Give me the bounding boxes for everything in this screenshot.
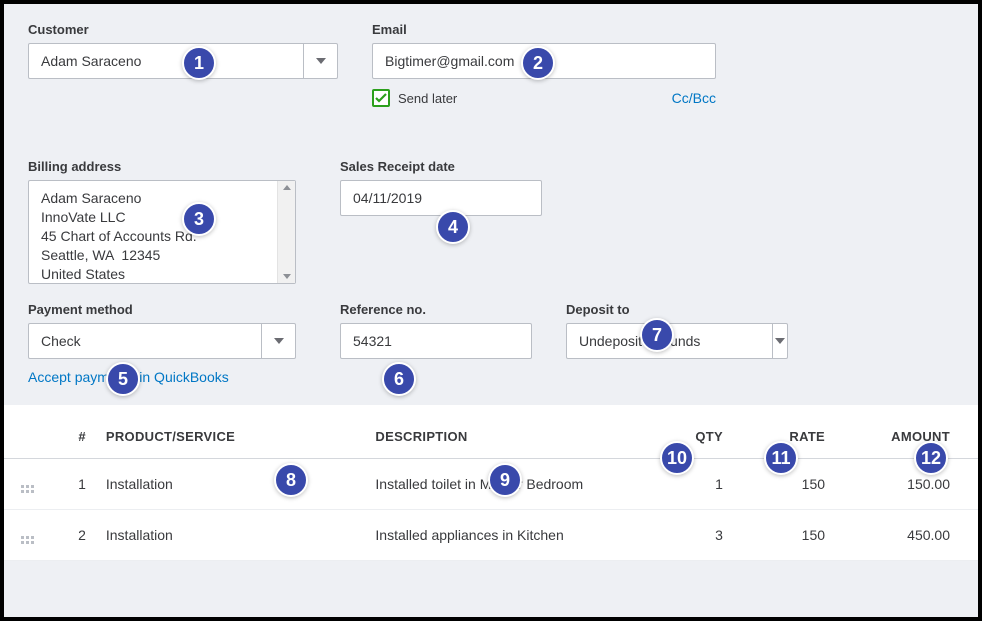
cell-amount[interactable]: 450.00 [835, 510, 978, 561]
accept-payments-link[interactable]: Accept payments in QuickBooks [28, 369, 296, 385]
cell-amount[interactable]: 150.00 [835, 459, 978, 510]
col-rate: RATE [733, 405, 835, 459]
table-row[interactable]: 2 Installation Installed appliances in K… [4, 510, 978, 561]
send-later-label: Send later [398, 91, 457, 106]
cell-num: 1 [51, 459, 96, 510]
col-description: DESCRIPTION [365, 405, 651, 459]
customer-label: Customer [28, 22, 338, 37]
line-items-table: # PRODUCT/SERVICE DESCRIPTION QTY RATE A… [4, 405, 978, 561]
scrollbar[interactable] [277, 181, 295, 283]
customer-input[interactable] [29, 44, 303, 78]
payment-method-input[interactable] [29, 324, 261, 358]
reference-no-label: Reference no. [340, 302, 532, 317]
reference-no-input[interactable] [340, 323, 532, 359]
cell-qty[interactable]: 3 [651, 510, 733, 561]
receipt-date-label: Sales Receipt date [340, 159, 542, 174]
col-num: # [51, 405, 96, 459]
drag-handle-icon[interactable] [4, 459, 51, 510]
customer-combo[interactable] [28, 43, 338, 79]
drag-handle-icon[interactable] [4, 510, 51, 561]
email-input[interactable] [372, 43, 716, 79]
table-row[interactable]: 1 Installation Installed toilet in Maste… [4, 459, 978, 510]
col-product: PRODUCT/SERVICE [96, 405, 366, 459]
billing-address-field[interactable] [28, 180, 296, 284]
payment-method-label: Payment method [28, 302, 296, 317]
billing-address-label: Billing address [28, 159, 296, 174]
receipt-date-input[interactable] [340, 180, 542, 216]
cell-description[interactable]: Installed appliances in Kitchen [365, 510, 651, 561]
cell-product[interactable]: Installation [96, 510, 366, 561]
col-amount: AMOUNT [835, 405, 978, 459]
chevron-down-icon[interactable] [303, 44, 337, 78]
cell-qty[interactable]: 1 [651, 459, 733, 510]
cell-num: 2 [51, 510, 96, 561]
ccbcc-link[interactable]: Cc/Bcc [672, 90, 716, 106]
chevron-down-icon[interactable] [772, 324, 787, 358]
deposit-to-combo[interactable] [566, 323, 788, 359]
chevron-down-icon[interactable] [261, 324, 295, 358]
cell-product[interactable]: Installation [96, 459, 366, 510]
deposit-to-label: Deposit to [566, 302, 788, 317]
send-later-checkbox[interactable] [372, 89, 390, 107]
billing-address-textarea[interactable] [29, 181, 277, 283]
email-label: Email [372, 22, 716, 37]
cell-description[interactable]: Installed toilet in Master Bedroom [365, 459, 651, 510]
cell-rate[interactable]: 150 [733, 459, 835, 510]
payment-method-combo[interactable] [28, 323, 296, 359]
col-qty: QTY [651, 405, 733, 459]
deposit-to-input[interactable] [567, 324, 772, 358]
cell-rate[interactable]: 150 [733, 510, 835, 561]
